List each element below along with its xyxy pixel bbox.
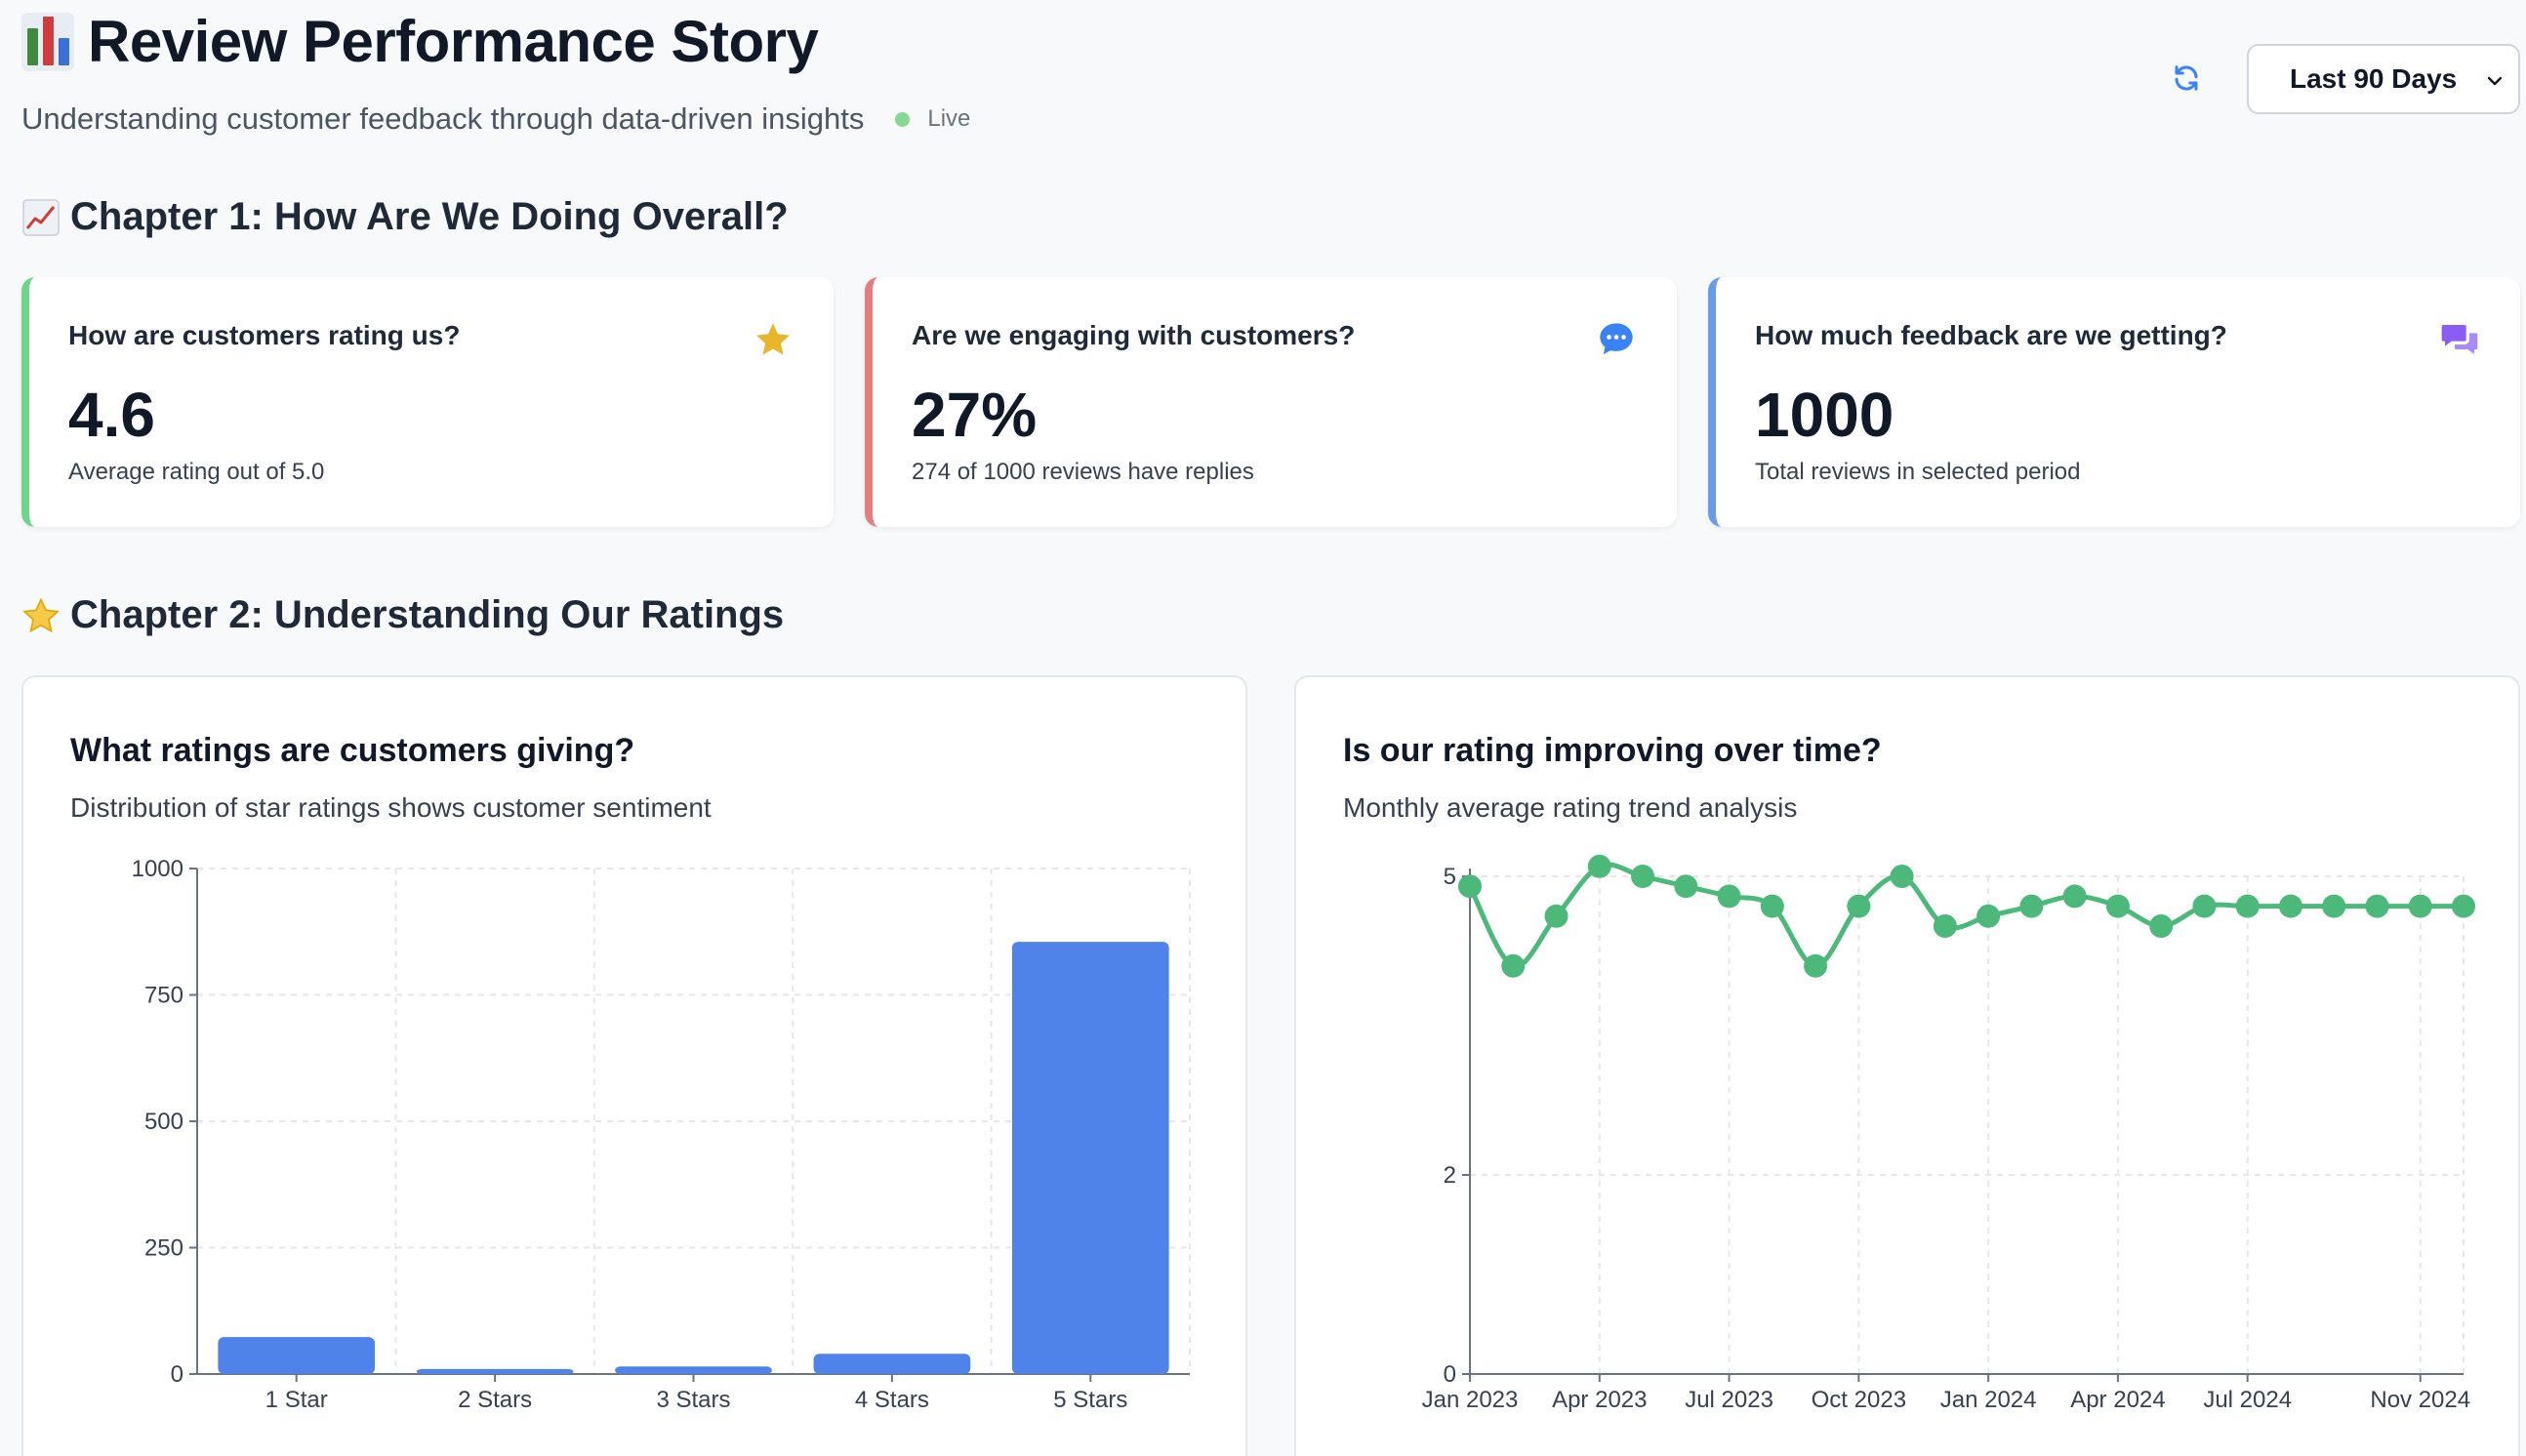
y-tick-label: 500 <box>144 1109 183 1135</box>
data-point <box>2235 894 2260 918</box>
kpi-description: 274 of 1000 reviews have replies <box>912 459 1254 485</box>
y-tick-label: 250 <box>144 1235 183 1262</box>
data-point <box>2149 914 2174 938</box>
kpi-description: Average rating out of 5.0 <box>68 459 325 485</box>
x-tick-label: 3 Stars <box>656 1387 730 1413</box>
data-point <box>1760 894 1784 918</box>
x-tick-label: Oct 2023 <box>1812 1387 1906 1413</box>
y-tick-label: 0 <box>171 1361 183 1388</box>
y-tick-label: 2 <box>1444 1162 1456 1189</box>
data-point <box>2452 894 2475 918</box>
kpi-question: How are customers rating us? <box>68 320 461 350</box>
y-tick-label: 0 <box>1444 1361 1456 1388</box>
dashboard-page: Review Performance Story Understanding c… <box>0 0 2526 1456</box>
period-select-value: Last 90 Days <box>2290 63 2458 94</box>
x-tick-label: Apr 2023 <box>1552 1387 1647 1413</box>
data-point <box>1933 914 1957 938</box>
period-select[interactable]: Last 90 Days <box>2247 44 2520 114</box>
bar <box>218 1337 376 1374</box>
x-tick-label: Jul 2024 <box>2203 1387 2292 1413</box>
kpi-card-rating: How are customers rating us? 4.6 Average… <box>21 277 834 527</box>
data-point <box>1631 865 1655 888</box>
kpi-question: Are we engaging with customers? <box>912 320 1356 350</box>
comments-icon <box>2438 318 2481 361</box>
bar-chart-icon <box>21 12 74 71</box>
data-point <box>2278 894 2302 918</box>
data-point <box>1674 874 1698 899</box>
kpi-value: 1000 <box>1755 380 1894 450</box>
star-icon <box>21 596 61 635</box>
y-tick-label: 1000 <box>132 856 183 882</box>
x-tick-label: Nov 2024 <box>2370 1387 2470 1413</box>
live-status-dot <box>895 111 911 127</box>
kpi-value: 4.6 <box>68 380 155 450</box>
subtitle-row: Understanding customer feedback through … <box>21 101 970 137</box>
refresh-button[interactable] <box>2167 59 2206 98</box>
data-point <box>1587 854 1611 878</box>
kpi-card-volume: How much feedback are we getting? 1000 T… <box>1708 277 2520 527</box>
kpi-value: 27% <box>912 380 1038 450</box>
x-tick-label: 1 Star <box>265 1387 328 1413</box>
data-point <box>1501 953 1526 978</box>
data-point <box>1458 874 1482 899</box>
page-subtitle: Understanding customer feedback through … <box>21 101 865 136</box>
x-tick-label: Jan 2023 <box>1422 1387 1519 1413</box>
star-icon <box>752 318 794 361</box>
x-tick-label: Jan 2024 <box>1940 1387 2037 1413</box>
chevron-down-icon <box>2487 76 2503 86</box>
data-point <box>1804 953 1828 978</box>
trend-chart-icon <box>21 198 61 237</box>
data-point <box>2062 884 2087 909</box>
x-tick-label: 5 Stars <box>1053 1387 1127 1413</box>
data-point <box>1976 904 2001 928</box>
title-row: Review Performance Story <box>21 8 819 75</box>
live-status-label: Live <box>927 105 971 132</box>
rating-trend-card: Is our rating improving over time? Month… <box>1294 675 2520 1456</box>
bar <box>615 1366 772 1374</box>
y-tick-label: 5 <box>1444 864 1456 890</box>
chapter-1-heading: Chapter 1: How Are We Doing Overall? <box>21 195 789 239</box>
bar <box>813 1354 971 1374</box>
data-point <box>2019 894 2044 918</box>
kpi-description: Total reviews in selected period <box>1755 459 2081 485</box>
kpi-question: How much feedback are we getting? <box>1755 320 2227 350</box>
data-point <box>2365 894 2389 918</box>
bar <box>1011 942 1169 1374</box>
trend-line <box>1467 862 2464 969</box>
kpi-card-engagement: Are we engaging with customers? 27% 274 … <box>865 277 1677 527</box>
data-point <box>2105 894 2130 918</box>
x-tick-label: 4 Stars <box>855 1387 929 1413</box>
data-point <box>2322 894 2346 918</box>
x-tick-label: Apr 2024 <box>2070 1387 2165 1413</box>
chapter-2-heading: Chapter 2: Understanding Our Ratings <box>21 593 784 637</box>
chapter-1-title: Chapter 1: How Are We Doing Overall? <box>70 195 789 238</box>
x-tick-label: Jul 2023 <box>1685 1387 1773 1413</box>
rating-distribution-card: What ratings are customers giving? Distr… <box>21 675 1247 1456</box>
bar <box>416 1368 574 1374</box>
rating-trend-chart: 0 2 5 Jan 2023 Apr 2023 Jul 2023 Oct 2023 Jan 2… <box>1422 854 2475 1413</box>
rating-distribution-chart: 0 250 500 750 1000 1 Star 2 Stars 3 Stars 4 Star… <box>132 856 1191 1413</box>
data-point <box>1544 904 1569 928</box>
y-tick-label: 750 <box>144 983 183 1009</box>
data-point <box>2408 894 2432 918</box>
data-point <box>1717 884 1741 909</box>
page-title: Review Performance Story <box>88 9 819 74</box>
chat-bubble-icon <box>1595 318 1638 361</box>
data-point <box>1847 894 1871 918</box>
refresh-icon <box>2175 65 2198 91</box>
x-tick-label: 2 Stars <box>458 1387 532 1413</box>
chapter-2-title: Chapter 2: Understanding Our Ratings <box>70 593 785 636</box>
data-point <box>1890 865 1914 888</box>
data-point <box>2192 894 2217 918</box>
